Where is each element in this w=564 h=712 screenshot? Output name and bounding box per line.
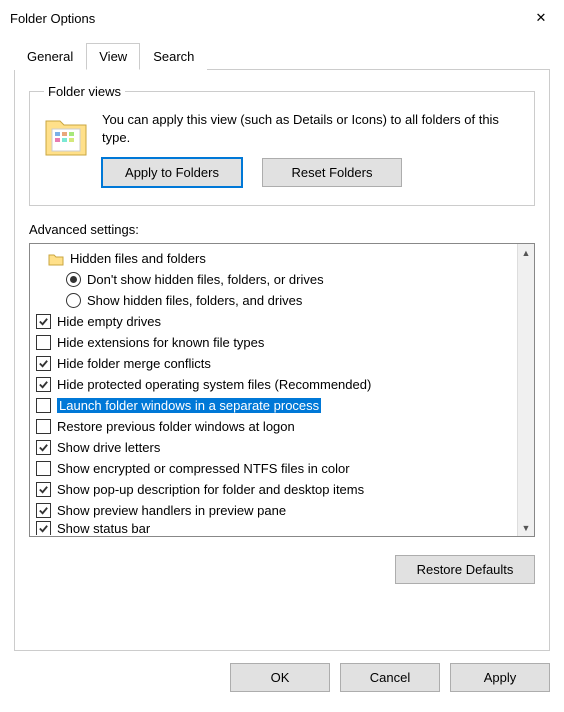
list-item-label: Show drive letters: [57, 440, 160, 455]
list-item[interactable]: Show pop-up description for folder and d…: [30, 479, 517, 500]
list-item[interactable]: Show preview handlers in preview pane: [30, 500, 517, 521]
checkbox-icon: [36, 398, 51, 413]
radio-icon: [66, 293, 81, 308]
list-item-label: Restore previous folder windows at logon: [57, 419, 295, 434]
list-item-label: Launch folder windows in a separate proc…: [57, 398, 321, 413]
tab-view[interactable]: View: [86, 43, 140, 70]
ok-button[interactable]: OK: [230, 663, 330, 692]
checkbox-icon: [36, 377, 51, 392]
dialog-buttons: OK Cancel Apply: [0, 651, 564, 692]
titlebar: Folder Options ✕: [0, 0, 564, 36]
checkbox-icon: [36, 314, 51, 329]
list-item[interactable]: Hide extensions for known file types: [30, 332, 517, 353]
list-item-label: Show preview handlers in preview pane: [57, 503, 286, 518]
list-item-label: Hide extensions for known file types: [57, 335, 264, 350]
tab-panel: Folder views You can apply this view (su…: [14, 69, 550, 651]
list-item[interactable]: Show hidden files, folders, and drives: [30, 290, 517, 311]
list-item[interactable]: Hide empty drives: [30, 311, 517, 332]
list-item[interactable]: Launch folder windows in a separate proc…: [30, 395, 517, 416]
window-title: Folder Options: [10, 11, 95, 26]
list-item[interactable]: Show encrypted or compressed NTFS files …: [30, 458, 517, 479]
apply-to-folders-button[interactable]: Apply to Folders: [102, 158, 242, 187]
checkbox-icon: [36, 356, 51, 371]
list-item[interactable]: Don't show hidden files, folders, or dri…: [30, 269, 517, 290]
advanced-settings-list: Hidden files and folders Don't show hidde…: [29, 243, 535, 537]
list-item-label: Hide folder merge conflicts: [57, 356, 211, 371]
checkbox-icon: [36, 521, 51, 535]
list-item[interactable]: Show drive letters: [30, 437, 517, 458]
list-item[interactable]: Hide folder merge conflicts: [30, 353, 517, 374]
close-icon: ✕: [536, 10, 547, 26]
list-item-label: Hide empty drives: [57, 314, 161, 329]
scroll-down-icon[interactable]: ▼: [518, 519, 535, 536]
checkbox-icon: [36, 482, 51, 497]
list-item[interactable]: Restore previous folder windows at logon: [30, 416, 517, 437]
checkbox-icon: [36, 503, 51, 518]
tab-general[interactable]: General: [14, 43, 86, 70]
folder-views-group: Folder views You can apply this view (su…: [29, 84, 535, 206]
list-item[interactable]: Hide protected operating system files (R…: [30, 374, 517, 395]
scrollbar[interactable]: ▲ ▼: [517, 244, 534, 536]
restore-defaults-button[interactable]: Restore Defaults: [395, 555, 535, 584]
tab-search[interactable]: Search: [140, 43, 207, 70]
folder-icon: [44, 115, 88, 157]
checkbox-icon: [36, 419, 51, 434]
checkbox-icon: [36, 461, 51, 476]
close-button[interactable]: ✕: [518, 0, 564, 36]
radio-icon: [66, 272, 81, 287]
apply-button[interactable]: Apply: [450, 663, 550, 692]
list-item-label: Show pop-up description for folder and d…: [57, 482, 364, 497]
folder-views-text: You can apply this view (such as Details…: [102, 111, 520, 146]
list-item-label: Show encrypted or compressed NTFS files …: [57, 461, 350, 476]
list-item-label: Show hidden files, folders, and drives: [87, 293, 302, 308]
cancel-button[interactable]: Cancel: [340, 663, 440, 692]
tab-strip: General View Search: [14, 43, 554, 70]
list-item-label: Don't show hidden files, folders, or dri…: [87, 272, 324, 287]
list-item-label: Show status bar: [57, 521, 150, 535]
folder-views-legend: Folder views: [44, 84, 125, 99]
checkbox-icon: [36, 440, 51, 455]
reset-folders-button[interactable]: Reset Folders: [262, 158, 402, 187]
list-item-label: Hidden files and folders: [70, 251, 206, 266]
list-item-label: Hide protected operating system files (R…: [57, 377, 371, 392]
checkbox-icon: [36, 335, 51, 350]
scroll-up-icon[interactable]: ▲: [518, 244, 535, 261]
advanced-settings-label: Advanced settings:: [29, 222, 535, 237]
list-item[interactable]: Hidden files and folders: [30, 248, 517, 269]
list-item[interactable]: Show status bar: [30, 521, 517, 535]
